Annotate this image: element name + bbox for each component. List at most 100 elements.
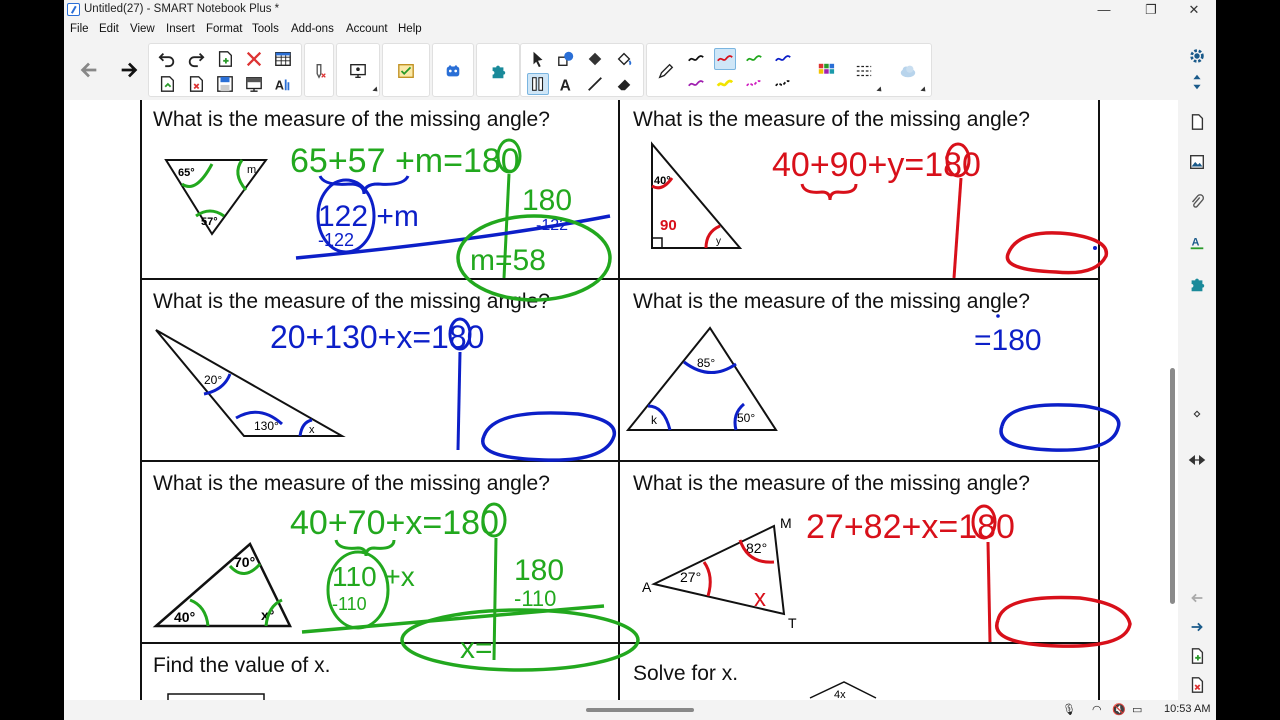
- shapes-tool[interactable]: [555, 48, 577, 70]
- title-bar: Untitled(27) - SMART Notebook Plus * — ❐…: [64, 0, 1216, 20]
- angle-label: 70°: [234, 554, 255, 570]
- menu-insert[interactable]: Insert: [166, 23, 195, 35]
- dropdown-arrow-icon[interactable]: [920, 86, 928, 94]
- add-page-side-button[interactable]: [1184, 643, 1210, 669]
- pen-type-button[interactable]: [655, 60, 677, 82]
- delete-page-icon: [189, 76, 203, 92]
- menu-view[interactable]: View: [130, 23, 155, 35]
- delete-page-side-button[interactable]: [1184, 672, 1210, 698]
- open-button[interactable]: [156, 73, 178, 95]
- cloud-button[interactable]: [897, 60, 919, 82]
- vertical-scrollbar[interactable]: [1168, 100, 1178, 700]
- dropdown-arrow-icon[interactable]: [876, 86, 884, 94]
- pen-black[interactable]: [685, 48, 707, 70]
- microphone-icon[interactable]: 🎙: [1062, 703, 1076, 716]
- clock[interactable]: 10:53 AM: [1164, 703, 1210, 715]
- menu-edit[interactable]: Edit: [99, 23, 119, 35]
- expand-handle[interactable]: [1184, 401, 1210, 427]
- table-button[interactable]: [272, 48, 294, 70]
- redo-button[interactable]: [185, 48, 207, 70]
- angle-label: k: [651, 413, 658, 427]
- ink-subtract: -110: [332, 594, 367, 614]
- delete-x-icon: [246, 51, 262, 67]
- bottom-bar: 🎙 ◠ 🔇 ▭ 10:53 AM: [64, 700, 1216, 720]
- menu-addons[interactable]: Add-ons: [291, 23, 334, 35]
- response-group: [382, 43, 430, 97]
- line-tool[interactable]: [584, 73, 606, 95]
- previous-page-button[interactable]: [72, 46, 106, 94]
- screen-shade-button[interactable]: [243, 73, 265, 95]
- document-camera-button[interactable]: [347, 60, 369, 82]
- window-title: Untitled(27) - SMART Notebook Plus *: [84, 3, 280, 15]
- text-tool[interactable]: A: [555, 73, 577, 95]
- menu-help[interactable]: Help: [398, 23, 422, 35]
- battery-icon[interactable]: ▭: [1132, 703, 1142, 716]
- page-sorter-tab[interactable]: [1184, 109, 1210, 135]
- select-tool[interactable]: [527, 48, 549, 70]
- ai-button[interactable]: A: [272, 73, 294, 95]
- magic-pen-tool[interactable]: [613, 48, 635, 70]
- horizontal-scroll-indicator[interactable]: [586, 708, 694, 712]
- maximize-button[interactable]: ❐: [1136, 1, 1166, 19]
- stroke-dashed-icon: [775, 80, 791, 87]
- pen-magenta-dashed[interactable]: [743, 73, 765, 95]
- menu-file[interactable]: File: [70, 23, 89, 35]
- addons-button[interactable]: [487, 60, 509, 82]
- move-sidebar-button[interactable]: [1184, 69, 1210, 95]
- ink-answer: m=58: [470, 244, 546, 277]
- gallery-tab[interactable]: [1184, 149, 1210, 175]
- menu-tools[interactable]: Tools: [252, 23, 279, 35]
- eraser-fill-tool[interactable]: [584, 48, 606, 70]
- close-button[interactable]: ✕: [1179, 1, 1209, 19]
- page-icon: [1191, 114, 1204, 130]
- edit-tools-group: A: [148, 43, 302, 97]
- delete-button[interactable]: [243, 48, 265, 70]
- svg-text:A: A: [275, 78, 284, 92]
- previous-page-side-button[interactable]: [1184, 585, 1210, 611]
- menu-account[interactable]: Account: [346, 23, 388, 35]
- document-camera-group: [336, 43, 380, 97]
- pens-tool[interactable]: [527, 73, 549, 95]
- undo-icon: [158, 52, 175, 68]
- next-page-button[interactable]: [112, 46, 146, 94]
- save-button[interactable]: [214, 73, 236, 95]
- pen-red[interactable]: [714, 48, 736, 70]
- resize-handle[interactable]: [1184, 447, 1210, 473]
- ink-button[interactable]: [308, 60, 330, 82]
- response-button[interactable]: [395, 60, 417, 82]
- stroke-yellow-icon: [716, 79, 734, 87]
- next-page-side-button[interactable]: [1184, 614, 1210, 640]
- lab-activity-button[interactable]: [442, 60, 464, 82]
- angle-label: 130°: [254, 419, 279, 433]
- pen-black-dashed[interactable]: [772, 73, 794, 95]
- pen-x-icon: [316, 64, 326, 79]
- paperclip-icon: [1191, 194, 1204, 208]
- addons-tab[interactable]: [1184, 271, 1210, 297]
- pen-blue[interactable]: [772, 48, 794, 70]
- pen-green[interactable]: [743, 48, 765, 70]
- dropdown-arrow-icon[interactable]: [372, 86, 380, 94]
- pen-purple[interactable]: [685, 73, 707, 95]
- angle-label: 20°: [204, 373, 222, 387]
- shapes-icon: [558, 51, 574, 66]
- properties-tab[interactable]: A: [1184, 229, 1210, 255]
- minimize-button[interactable]: —: [1089, 1, 1119, 19]
- undo-button[interactable]: [156, 48, 178, 70]
- wifi-icon[interactable]: ◠: [1092, 703, 1102, 716]
- pen-yellow[interactable]: [714, 73, 736, 95]
- notebook-page-canvas[interactable]: What is the measure of the missing angle…: [64, 100, 1178, 700]
- delete-page-button[interactable]: [185, 73, 207, 95]
- color-picker-button[interactable]: [815, 60, 837, 82]
- volume-icon[interactable]: 🔇: [1112, 703, 1126, 716]
- pen-icon: [658, 63, 674, 79]
- line-style-button[interactable]: [853, 60, 875, 82]
- eraser-tool[interactable]: [613, 73, 635, 95]
- settings-button[interactable]: [1184, 43, 1210, 69]
- arrow-right-icon: [121, 62, 138, 78]
- attachments-tab[interactable]: [1184, 189, 1210, 215]
- lab-group: [432, 43, 474, 97]
- menu-format[interactable]: Format: [206, 23, 242, 35]
- ink-equation: 27+82+x=180: [806, 508, 1015, 546]
- insert-page-button[interactable]: [214, 48, 236, 70]
- scroll-thumb[interactable]: [1170, 368, 1175, 604]
